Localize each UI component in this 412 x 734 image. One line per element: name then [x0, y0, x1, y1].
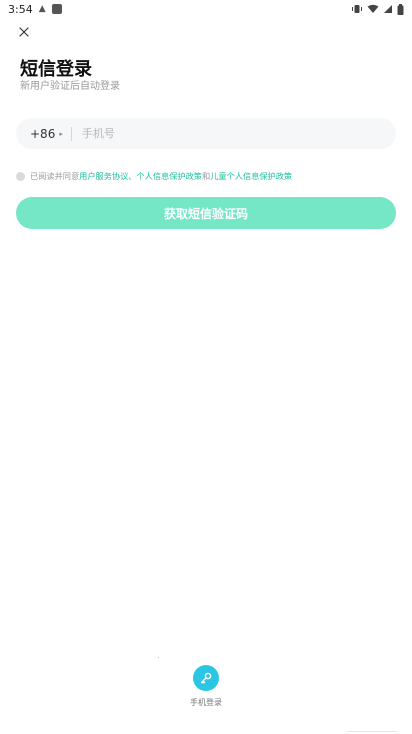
close-icon [19, 27, 29, 37]
vibrate-icon [351, 4, 363, 14]
status-bar: 3:54 ▲ [0, 0, 412, 18]
login-page: 3:54 ▲ 短信登录 新用户验证后自动登录 +86 ▸ 手机号 已阅读并同意 … [0, 0, 412, 734]
app-notification-icon [51, 4, 62, 14]
user-service-agreement-link[interactable]: 用户服务协议 [79, 170, 128, 182]
caret-right-icon: ▸ [59, 129, 63, 138]
battery-icon [397, 3, 404, 15]
status-right [351, 3, 404, 15]
wifi-icon [367, 4, 379, 14]
agreement-prefix: 已阅读并同意 [30, 171, 80, 181]
close-button[interactable] [14, 22, 34, 42]
phone-input-container: +86 ▸ [16, 118, 396, 149]
privacy-policy-link[interactable]: 个人信息保护政策 [136, 170, 202, 182]
phone-login-option[interactable]: 手机登录 [186, 665, 226, 708]
agreement-row: 已阅读并同意 用户服务协议 、 个人信息保护政策 和 儿童个人信息保护政策 [16, 170, 396, 182]
phone-number-input[interactable] [79, 126, 396, 141]
home-indicator [346, 731, 398, 732]
children-privacy-policy-link[interactable]: 儿童个人信息保护政策 [210, 170, 292, 182]
decorative-dot [158, 657, 159, 658]
notification-icon: ▲ [38, 4, 46, 14]
input-divider [70, 126, 72, 141]
get-sms-code-button[interactable]: 获取短信验证码 [16, 197, 396, 229]
signal-icon [383, 4, 393, 14]
phone-login-label: 手机登录 [190, 698, 222, 707]
agreement-separator-2: 和 [202, 171, 211, 181]
country-code-value: +86 [30, 126, 56, 141]
page-subtitle: 新用户验证后自动登录 [20, 81, 120, 92]
agreement-checkbox[interactable] [16, 171, 25, 181]
status-time: 3:54 [8, 2, 33, 16]
country-code-selector[interactable]: +86 ▸ [30, 127, 63, 141]
status-left: 3:54 ▲ [8, 3, 62, 16]
agreement-separator-1: 、 [128, 171, 137, 181]
key-icon [193, 665, 219, 691]
